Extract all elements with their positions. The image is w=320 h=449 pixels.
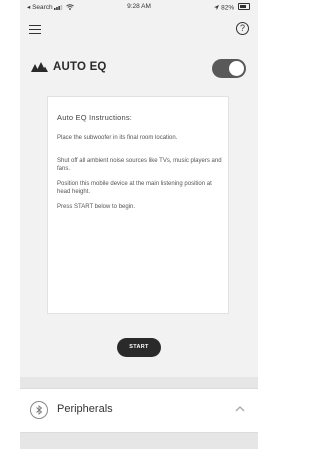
- bluetooth-icon: [30, 401, 48, 419]
- instruction-step: Press START below to begin.: [57, 204, 136, 210]
- location-arrow-icon: [214, 4, 220, 10]
- auto-eq-header: AUTO EQ: [20, 58, 258, 80]
- auto-eq-toggle[interactable]: [212, 59, 246, 78]
- instructions-card: Auto EQ Instructions: Place the subwoofe…: [47, 96, 229, 314]
- peripherals-row[interactable]: Peripherals: [20, 388, 258, 433]
- toggle-knob: [229, 61, 244, 76]
- mountains-logo-icon: [31, 62, 48, 72]
- help-icon[interactable]: ?: [236, 22, 249, 35]
- help-glyph: ?: [239, 23, 245, 33]
- status-battery: 82%: [214, 3, 250, 12]
- auto-eq-title: AUTO EQ: [53, 61, 107, 73]
- app-screen: ◂ Search 9:28 AM 82% ? AUTO EQ Auto EQ I…: [20, 0, 258, 449]
- peripherals-label: Peripherals: [57, 403, 113, 415]
- instruction-step: Shut off all ambient noise sources like …: [57, 158, 222, 172]
- battery-percent: 82%: [221, 4, 235, 12]
- chevron-up-icon[interactable]: [234, 404, 246, 414]
- menu-icon[interactable]: [29, 24, 41, 35]
- battery-icon: [238, 3, 250, 10]
- instruction-step: Place the subwoofer in its final room lo…: [57, 135, 178, 141]
- instructions-title: Auto EQ Instructions:: [57, 113, 133, 122]
- start-button[interactable]: START: [117, 338, 161, 357]
- status-bar: ◂ Search 9:28 AM 82%: [20, 0, 258, 14]
- instruction-step: Position this mobile device at the main …: [57, 181, 212, 195]
